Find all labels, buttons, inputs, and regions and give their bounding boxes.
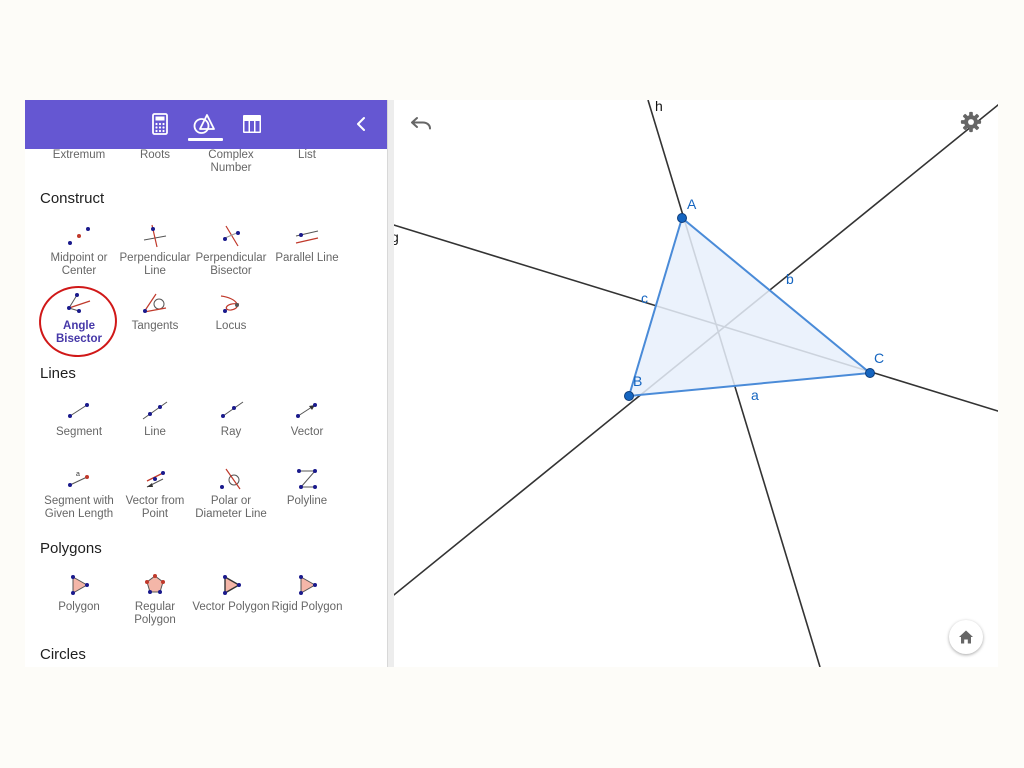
tool-label: Vector (290, 426, 324, 438)
tool-midpoint-or-center[interactable]: Midpoint or Center (39, 224, 119, 278)
tool-label: Midpoint or Center (50, 252, 108, 277)
point-c[interactable] (865, 368, 875, 378)
home-button[interactable] (949, 620, 983, 654)
line-icon (142, 401, 168, 420)
active-tab-indicator (188, 138, 223, 141)
calculator-icon[interactable] (148, 112, 172, 136)
point-b[interactable] (624, 391, 634, 401)
vector-polygon-icon (223, 575, 241, 595)
gear-icon[interactable] (960, 111, 982, 133)
panel-header (25, 100, 387, 149)
tool-label: Complex Number (208, 149, 254, 174)
tool-vector-polygon[interactable]: Vector Polygon (191, 573, 271, 614)
tool-polyline[interactable]: Polyline (267, 467, 347, 508)
tool-label: Extremum (52, 149, 106, 161)
tool-polar-or-diameter-line[interactable]: Polar or Diameter Line (191, 467, 271, 521)
vector-icon (296, 403, 317, 418)
tool-label: Polygon (58, 601, 100, 613)
tool-label: Polar or Diameter Line (195, 495, 267, 520)
graphics-view[interactable]: A B C a b c h g f (394, 100, 998, 667)
midpoint-icon (68, 227, 90, 245)
segment-c-label: c (641, 290, 648, 306)
segment-icon (68, 403, 89, 418)
tool-perpendicular-line[interactable]: Perpendicular Line (115, 224, 195, 278)
tool-label: Segment with Given Length (44, 495, 114, 520)
tangents-icon (143, 293, 167, 313)
polygon-icon (71, 575, 89, 595)
tool-locus[interactable]: Locus (191, 292, 271, 333)
section-title-construct: Construct (40, 190, 105, 207)
tool-parallel-line[interactable]: Parallel Line (267, 224, 347, 265)
polar-line-icon (220, 468, 241, 490)
tool-label: Segment (55, 426, 103, 438)
perpendicular-line-icon (143, 224, 167, 248)
vector-from-point-icon (146, 471, 165, 488)
table-icon[interactable] (240, 112, 264, 136)
segment-b-label: b (786, 271, 794, 287)
tool-label: Tangents (131, 320, 179, 332)
parallel-line-icon (295, 230, 319, 244)
perpendicular-bisector-icon (223, 225, 240, 247)
tool-label: Regular Polygon (134, 601, 176, 626)
line-g-label: g (394, 229, 399, 245)
section-title-lines: Lines (40, 365, 76, 382)
tool-polygon[interactable]: Polygon (39, 573, 119, 614)
tool-line[interactable]: Line (115, 398, 195, 439)
svg-text:a: a (76, 471, 80, 478)
tool-label: Perpendicular Bisector (195, 252, 267, 277)
geogebra-app: Extremum Roots Complex Number List Const… (25, 100, 998, 667)
tool-segment-with-given-length[interactable]: a Segment with Given Length (39, 467, 119, 521)
tool-rigid-polygon[interactable]: Rigid Polygon (267, 573, 347, 614)
panel-resize-handle[interactable] (387, 100, 394, 667)
tool-extremum[interactable]: Extremum (39, 149, 119, 162)
tool-vector-from-point[interactable]: Vector from Point (115, 467, 195, 521)
section-title-circles: Circles (40, 646, 86, 663)
point-a[interactable] (677, 213, 687, 223)
tool-tangents[interactable]: Tangents (115, 292, 195, 333)
point-c-label: C (874, 350, 884, 366)
tool-perpendicular-bisector[interactable]: Perpendicular Bisector (191, 224, 271, 278)
tool-segment[interactable]: Segment (39, 398, 119, 439)
angle-bisector-icon (67, 293, 91, 313)
locus-icon (220, 295, 240, 313)
tool-list[interactable]: List (267, 149, 347, 162)
tool-label: Perpendicular Line (119, 252, 191, 277)
triangle-abc[interactable] (627, 216, 873, 398)
tool-label: List (298, 149, 316, 161)
tool-label: Vector Polygon (192, 601, 270, 613)
segment-a-label: a (751, 387, 759, 403)
ray-icon (221, 401, 244, 418)
rigid-polygon-icon (299, 575, 317, 595)
geometry-canvas[interactable]: A B C a b c h g f (394, 100, 998, 667)
point-b-label: B (633, 373, 642, 389)
tool-label: Ray (220, 426, 242, 438)
tools-icon[interactable] (193, 112, 217, 136)
tool-ray[interactable]: Ray (191, 398, 271, 439)
tool-roots[interactable]: Roots (115, 149, 195, 162)
tool-label: Roots (139, 149, 171, 161)
tool-angle-bisector[interactable]: Angle Bisector (39, 292, 119, 346)
tools-panel: Extremum Roots Complex Number List Const… (25, 100, 387, 667)
point-a-label: A (687, 196, 697, 212)
home-icon (959, 630, 973, 644)
undo-icon[interactable] (410, 114, 432, 132)
segment-length-icon: a (68, 471, 89, 487)
section-title-polygons: Polygons (40, 540, 102, 557)
tool-label: Angle Bisector (55, 320, 103, 345)
regular-polygon-icon (145, 574, 165, 594)
tool-label: Polyline (286, 495, 328, 507)
tool-label: Parallel Line (275, 252, 339, 264)
chevron-left-icon[interactable] (351, 113, 371, 135)
line-h-label: h (655, 100, 663, 114)
tool-vector[interactable]: Vector (267, 398, 347, 439)
polyline-icon (297, 469, 317, 489)
tool-regular-polygon[interactable]: Regular Polygon (115, 573, 195, 627)
tool-label: Locus (215, 320, 247, 332)
tool-label: Line (144, 426, 166, 438)
tool-label: Rigid Polygon (271, 601, 343, 613)
tools-list[interactable]: Extremum Roots Complex Number List Const… (25, 149, 387, 667)
tool-complex-number[interactable]: Complex Number (191, 149, 271, 175)
tool-label: Vector from Point (125, 495, 185, 520)
